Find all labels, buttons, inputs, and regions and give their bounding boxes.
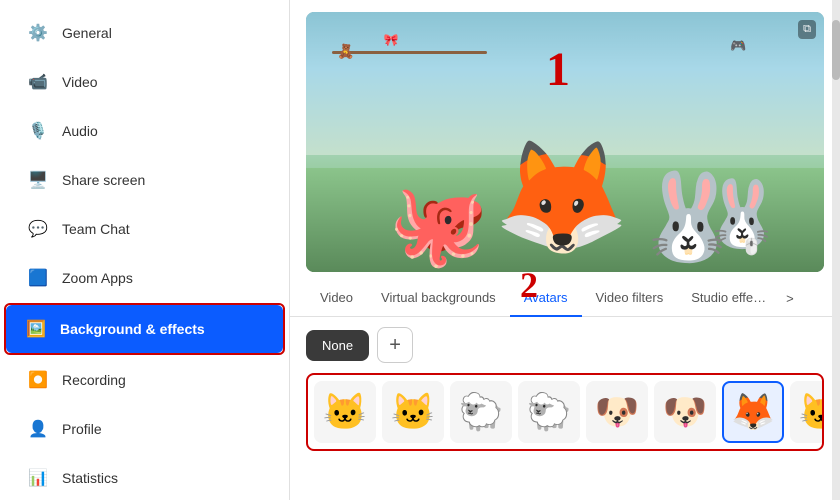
sidebar-label-profile: Profile [62, 421, 102, 437]
sidebar-icon-share-screen: 🖥️ [24, 166, 52, 194]
cartoon-scene: 🧸 🎀 🎮 🐙 🦊 🐰 🐰 🖱️ [306, 12, 824, 272]
scrollbar[interactable] [832, 0, 840, 500]
sidebar-label-share-screen: Share screen [62, 172, 145, 188]
sidebar-item-general[interactable]: ⚙️ General [8, 9, 281, 57]
sidebar-item-zoom-apps[interactable]: 🟦 Zoom Apps [8, 254, 281, 302]
sidebar-active-box: 🖼️ Background & effects [4, 303, 285, 355]
avatar-thumb-fox1[interactable]: 🦊 [722, 381, 784, 443]
sidebar-item-background-effects[interactable]: 🖼️ Background & effects [6, 305, 283, 353]
sidebar-item-statistics[interactable]: 📊 Statistics [8, 454, 281, 500]
main-content: 🧸 🎀 🎮 🐙 🦊 🐰 🐰 🖱️ ⧉ 1 VideoVirtual bac [290, 0, 840, 500]
sidebar-label-general: General [62, 25, 112, 41]
sidebar-icon-statistics: 📊 [24, 464, 52, 492]
tab-video-filters[interactable]: Video filters [582, 280, 678, 317]
avatar-thumb-cat2[interactable]: 🐱 [382, 381, 444, 443]
sidebar-item-team-chat[interactable]: 💬 Team Chat [8, 205, 281, 253]
tab-virtual-backgrounds[interactable]: Virtual backgrounds [367, 280, 510, 317]
avatar-thumb-sheep1[interactable]: 🐑 [450, 381, 512, 443]
sidebar-label-team-chat: Team Chat [62, 221, 130, 237]
sidebar-icon-background-effects: 🖼️ [22, 315, 50, 343]
tab-video[interactable]: Video [306, 280, 367, 317]
sidebar-item-audio[interactable]: 🎙️ Audio [8, 107, 281, 155]
sidebar-label-background-effects: Background & effects [60, 321, 205, 337]
sidebar-label-zoom-apps: Zoom Apps [62, 270, 133, 286]
avatar-thumb-dog2[interactable]: 🐶 [654, 381, 716, 443]
tabs-bar: VideoVirtual backgroundsAvatarsVideo fil… [290, 280, 840, 317]
sidebar-label-audio: Audio [62, 123, 98, 139]
none-button[interactable]: None [306, 330, 369, 361]
tab-studio-effects[interactable]: Studio effe… [677, 280, 780, 317]
page-wrapper: ⚙️ General 📹 Video 🎙️ Audio 🖥️ Share scr… [0, 0, 840, 500]
tab-avatars[interactable]: Avatars [510, 280, 582, 317]
sidebar-icon-zoom-apps: 🟦 [24, 264, 52, 292]
sidebar-item-share-screen[interactable]: 🖥️ Share screen [8, 156, 281, 204]
video-preview: 🧸 🎀 🎮 🐙 🦊 🐰 🐰 🖱️ ⧉ 1 [306, 12, 824, 272]
sidebar-icon-general: ⚙️ [24, 19, 52, 47]
add-avatar-button[interactable]: + [377, 327, 413, 363]
copy-icon[interactable]: ⧉ [798, 20, 816, 39]
sidebar-label-video: Video [62, 74, 98, 90]
avatar-section: None + 🐱🐱🐑🐑🐶🐶🦊🐱 [290, 317, 840, 500]
sidebar-label-recording: Recording [62, 372, 126, 388]
avatar-thumb-cat1[interactable]: 🐱 [314, 381, 376, 443]
avatar-thumb-dog1[interactable]: 🐶 [586, 381, 648, 443]
avatar-controls: None + [306, 327, 824, 363]
sidebar-icon-team-chat: 💬 [24, 215, 52, 243]
sidebar-icon-profile: 👤 [24, 415, 52, 443]
sidebar-icon-audio: 🎙️ [24, 117, 52, 145]
sidebar-icon-video: 📹 [24, 68, 52, 96]
sidebar-item-video[interactable]: 📹 Video [8, 58, 281, 106]
sidebar: ⚙️ General 📹 Video 🎙️ Audio 🖥️ Share scr… [0, 0, 290, 500]
tab-more-button[interactable]: > [780, 281, 800, 316]
sidebar-item-recording[interactable]: ⏺️ Recording [8, 356, 281, 404]
sidebar-icon-recording: ⏺️ [24, 366, 52, 394]
avatar-thumb-cat3[interactable]: 🐱 [790, 381, 824, 443]
avatar-thumb-sheep2[interactable]: 🐑 [518, 381, 580, 443]
sidebar-label-statistics: Statistics [62, 470, 118, 486]
avatar-grid: 🐱🐱🐑🐑🐶🐶🦊🐱 [306, 373, 824, 451]
scrollbar-thumb[interactable] [832, 20, 840, 80]
sidebar-item-profile[interactable]: 👤 Profile [8, 405, 281, 453]
